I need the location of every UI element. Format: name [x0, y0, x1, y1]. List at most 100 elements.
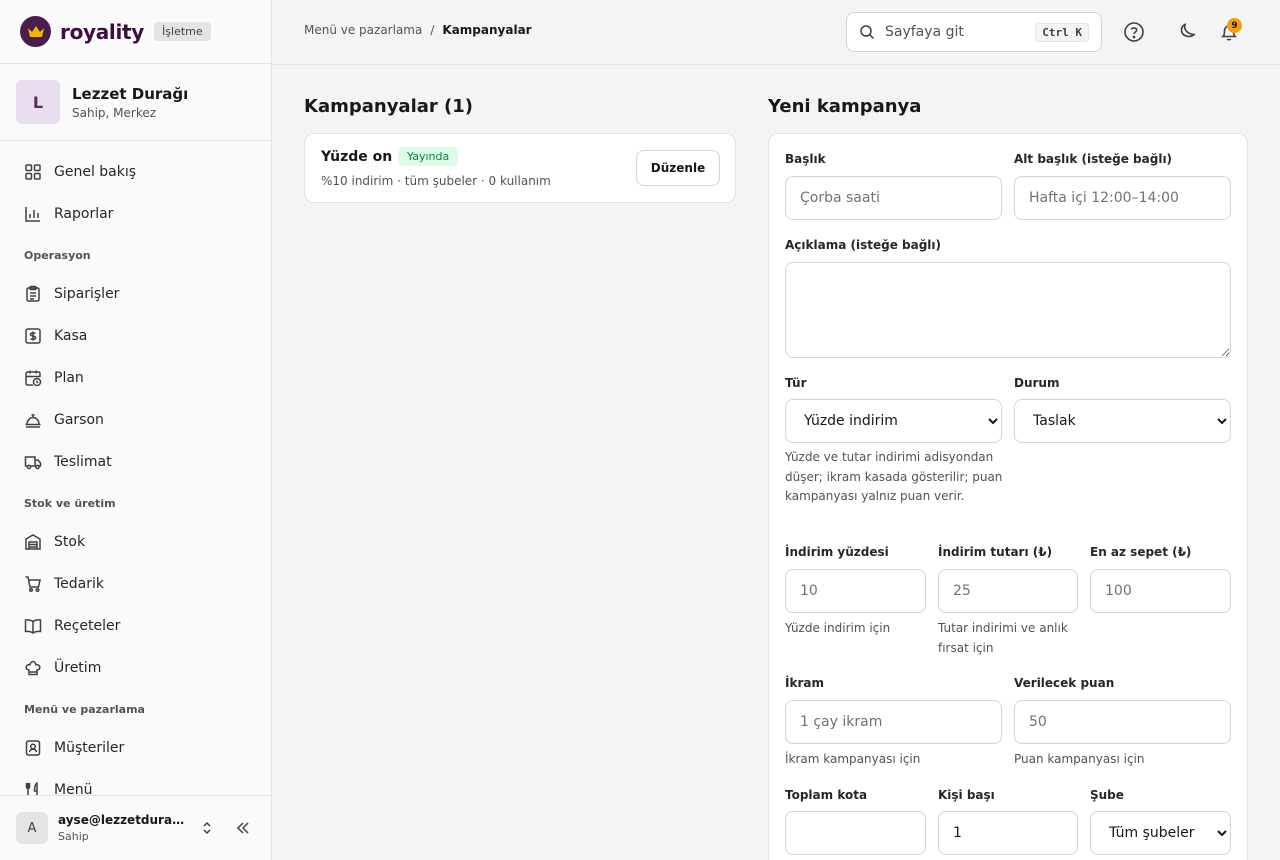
- nav-label: Müşteriler: [54, 740, 125, 756]
- user-email: ayse@lezzetduragi.com: [58, 813, 186, 827]
- nav-label: Raporlar: [54, 206, 114, 222]
- description-textarea[interactable]: [785, 262, 1231, 358]
- nav-section-title: Operasyon: [24, 249, 91, 262]
- nav-label: Reçeteler: [54, 618, 121, 634]
- description-label: Açıklama (isteğe bağlı): [785, 238, 941, 252]
- nav-item-overview[interactable]: Genel bakış: [0, 151, 271, 193]
- nav-item-recipes[interactable]: Reçeteler: [0, 605, 271, 647]
- quota-input[interactable]: [785, 811, 926, 855]
- points-hint: Puan kampanyası için: [1014, 752, 1145, 766]
- status-label: Durum: [1014, 376, 1060, 390]
- search-shortcut: Ctrl K: [1035, 22, 1089, 42]
- org-name: Lezzet Durağı: [72, 84, 189, 103]
- nav-label: Kasa: [54, 328, 88, 344]
- nav-item-orders[interactable]: Siparişler: [0, 273, 271, 315]
- gift-hint: İkram kampanyası için: [785, 752, 921, 766]
- brand-badge: İşletme: [154, 22, 211, 41]
- percent-input[interactable]: [785, 569, 926, 613]
- contact-icon: [25, 740, 41, 756]
- nav-item-reports[interactable]: Raporlar: [0, 193, 271, 235]
- book-icon: [24, 619, 42, 634]
- user-menu[interactable]: A ayse@lezzetduragi.com Sahip: [0, 795, 271, 860]
- collapse-sidebar-icon[interactable]: [234, 819, 252, 837]
- grid-icon: [25, 164, 41, 180]
- nav-item-customers[interactable]: Müşteriler: [0, 727, 271, 769]
- user-avatar: A: [16, 812, 48, 844]
- org-role: Sahip, Merkez: [72, 105, 157, 120]
- search-placeholder: Sayfaya git: [885, 24, 964, 40]
- cloche-icon: [25, 414, 41, 428]
- subtitle-label: Alt başlık (isteğe bağlı): [1014, 152, 1173, 166]
- chevrons-up-down-icon[interactable]: [198, 819, 216, 837]
- crown-logo-icon[interactable]: [20, 16, 51, 47]
- campaigns-heading: Kampanyalar (1): [304, 96, 474, 117]
- new-campaign-form: Başlık Alt başlık (isteğe bağlı) Açıklam…: [768, 133, 1248, 860]
- moon-icon[interactable]: [1176, 21, 1198, 43]
- nav-label: Genel bakış: [54, 164, 137, 180]
- sidebar-nav: Genel bakış Raporlar Operasyon Siparişle…: [0, 141, 271, 811]
- cart-icon: [25, 576, 41, 593]
- campaign-meta: %10 indirim · tüm şubeler · 0 kullanım: [321, 174, 551, 188]
- notification-count-badge: 9: [1227, 18, 1242, 33]
- subtitle-input[interactable]: [1014, 176, 1231, 220]
- chef-hat-icon: [25, 660, 41, 676]
- help-icon[interactable]: [1123, 21, 1145, 43]
- min-basket-label: En az sepet (₺): [1090, 545, 1192, 559]
- edit-campaign-button[interactable]: Düzenle: [636, 150, 720, 186]
- percent-hint: Yüzde indirim için: [785, 621, 891, 635]
- percent-label: İndirim yüzdesi: [785, 545, 889, 559]
- nav-section-title: Menü ve pazarlama: [24, 703, 145, 716]
- campaign-title: Yüzde on: [321, 149, 393, 165]
- gift-input[interactable]: [785, 700, 1002, 744]
- page-search[interactable]: Sayfaya git Ctrl K: [846, 12, 1102, 52]
- amount-input[interactable]: [938, 569, 1078, 613]
- per-person-input[interactable]: [938, 811, 1078, 855]
- bar-chart-icon: [25, 207, 40, 222]
- nav-item-delivery[interactable]: Teslimat: [0, 441, 271, 483]
- title-label: Başlık: [785, 152, 826, 166]
- clipboard-icon: [26, 285, 40, 302]
- points-label: Verilecek puan: [1014, 676, 1115, 690]
- topbar: Menü ve pazarlama / Kampanyalar Sayfaya …: [272, 0, 1280, 65]
- nav-label: Plan: [54, 370, 84, 386]
- type-label: Tür: [785, 376, 807, 390]
- nav-item-plan[interactable]: Plan: [0, 357, 271, 399]
- campaign-card: Yüzde on Yayında %10 indirim · tüm şubel…: [304, 133, 736, 203]
- status-select[interactable]: Taslak: [1014, 399, 1231, 443]
- title-input[interactable]: [785, 176, 1002, 220]
- org-switcher[interactable]: L Lezzet Durağı Sahip, Merkez: [0, 64, 271, 141]
- branch-select[interactable]: Tüm şubeler: [1090, 811, 1231, 855]
- cash-icon: [25, 328, 41, 344]
- nav-section-title: Stok ve üretim: [24, 497, 116, 510]
- breadcrumb-current: Kampanyalar: [442, 23, 532, 37]
- brand-name: royality: [60, 19, 145, 44]
- points-input[interactable]: [1014, 700, 1231, 744]
- nav-item-cashier[interactable]: Kasa: [0, 315, 271, 357]
- search-icon: [860, 25, 875, 40]
- per-person-label: Kişi başı: [938, 788, 995, 802]
- amount-label: İndirim tutarı (₺): [938, 545, 1053, 559]
- status-badge: Yayında: [398, 147, 459, 166]
- nav-item-supply[interactable]: Tedarik: [0, 563, 271, 605]
- warehouse-icon: [25, 534, 41, 550]
- nav-label: Stok: [54, 534, 86, 550]
- org-avatar: L: [16, 80, 60, 124]
- gift-label: İkram: [785, 676, 824, 690]
- nav-label: Tedarik: [54, 576, 105, 592]
- breadcrumb-separator: /: [430, 23, 435, 37]
- breadcrumb-parent[interactable]: Menü ve pazarlama: [304, 23, 422, 37]
- amount-hint: Tutar indirimi ve anlık fırsat için: [938, 621, 1068, 655]
- nav-item-stock[interactable]: Stok: [0, 521, 271, 563]
- quota-label: Toplam kota: [785, 788, 868, 802]
- min-basket-input[interactable]: [1090, 569, 1231, 613]
- brand: royality İşletme: [0, 0, 271, 64]
- type-hint: Yüzde ve tutar indirimi adisyondan düşer…: [785, 450, 1003, 503]
- type-select[interactable]: Yüzde indirim: [785, 399, 1002, 443]
- nav-item-waiter[interactable]: Garson: [0, 399, 271, 441]
- nav-label: Garson: [54, 412, 104, 428]
- nav-item-production[interactable]: Üretim: [0, 647, 271, 689]
- calendar-clock-icon: [25, 370, 42, 387]
- branch-label: Şube: [1090, 788, 1124, 802]
- new-campaign-heading: Yeni kampanya: [768, 96, 922, 117]
- sidebar: royality İşletme L Lezzet Durağı Sahip, …: [0, 0, 272, 860]
